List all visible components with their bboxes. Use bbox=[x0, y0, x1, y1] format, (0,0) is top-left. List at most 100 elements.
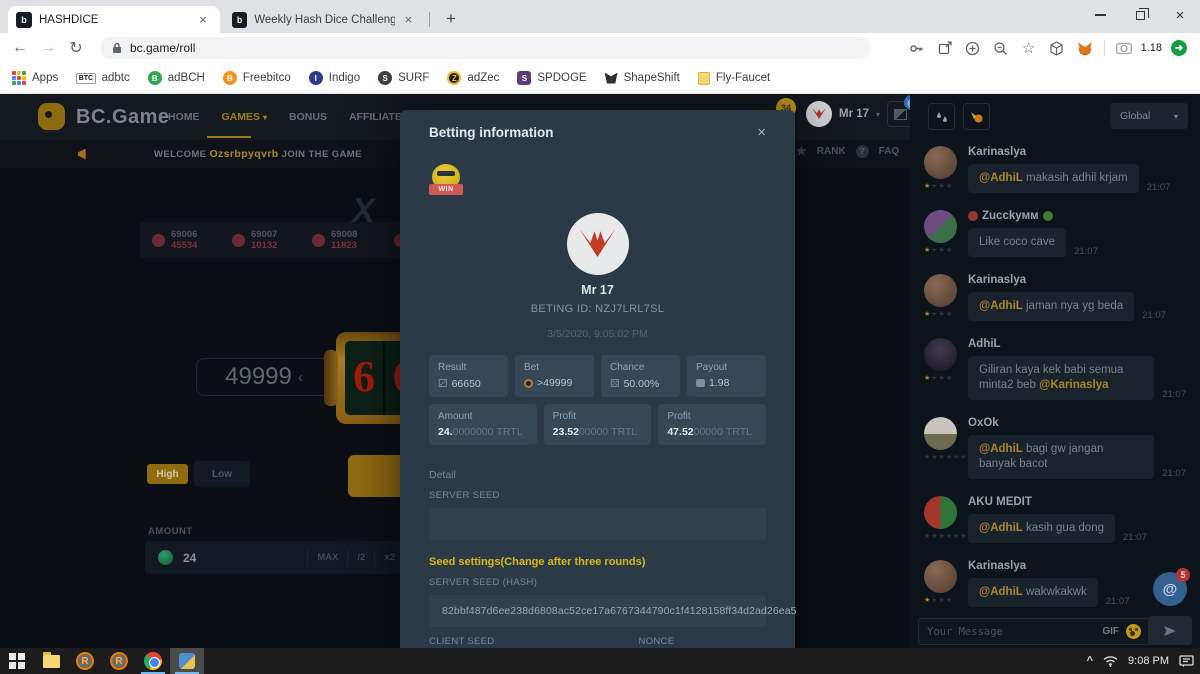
notification-center-icon[interactable] bbox=[1179, 655, 1194, 668]
avatar[interactable] bbox=[924, 146, 957, 179]
mention[interactable]: @Karinaslya bbox=[1039, 379, 1108, 391]
send-button[interactable] bbox=[1148, 616, 1192, 645]
share-icon[interactable] bbox=[932, 35, 958, 61]
avatar[interactable] bbox=[924, 496, 957, 529]
bookmark-surf[interactable]: S SURF bbox=[378, 71, 429, 85]
zoom-in-icon[interactable] bbox=[960, 35, 986, 61]
rank-link[interactable]: RANK bbox=[817, 146, 846, 157]
extension-cube-icon[interactable] bbox=[1044, 35, 1070, 61]
bcgame-logo-icon[interactable] bbox=[38, 103, 65, 130]
avatar[interactable] bbox=[924, 560, 957, 593]
emoji-button[interactable] bbox=[1126, 624, 1141, 639]
server-seed-hash-value[interactable]: 82bbf487d6ee238d6808ac52ce17a6767344790c… bbox=[429, 595, 766, 627]
nav-home[interactable]: HOME bbox=[168, 111, 200, 123]
password-key-icon[interactable] bbox=[904, 35, 930, 61]
chat-username[interactable]: Karinaslya bbox=[968, 274, 1186, 286]
back-button[interactable]: ← bbox=[6, 39, 34, 57]
mentions-float-button[interactable]: @ 5 bbox=[1153, 572, 1187, 606]
low-button[interactable]: Low bbox=[194, 461, 250, 487]
nav-bonus[interactable]: BONUS bbox=[289, 111, 327, 123]
mention[interactable]: @AdhiL bbox=[979, 300, 1023, 312]
faq-link[interactable]: FAQ bbox=[879, 146, 900, 157]
bcgame-logo-text[interactable]: BC.Game bbox=[76, 106, 170, 129]
result-dot-icon bbox=[232, 234, 245, 247]
window-minimize-button[interactable] bbox=[1080, 0, 1120, 30]
wifi-icon[interactable] bbox=[1103, 655, 1118, 667]
forward-button[interactable]: → bbox=[34, 39, 62, 57]
avatar[interactable] bbox=[924, 338, 957, 371]
window-close-button[interactable]: × bbox=[1160, 0, 1200, 30]
tab-title: HASHDICE bbox=[39, 14, 189, 26]
bookmark-adzec[interactable]: Z adZec bbox=[447, 71, 499, 85]
bookmark-spdoge[interactable]: S SPDOGE bbox=[517, 71, 586, 85]
high-button[interactable]: High bbox=[147, 464, 188, 484]
bookmark-adbch[interactable]: B adBCH bbox=[148, 71, 205, 85]
magnifier-icon[interactable] bbox=[988, 35, 1014, 61]
chat-bubble: @AdhiL makasih adhil krjam bbox=[968, 164, 1139, 193]
app-r2-button[interactable]: R bbox=[102, 648, 136, 674]
history-chip[interactable]: 6900645534 bbox=[152, 229, 220, 251]
bookmark-shapeshift[interactable]: ShapeShift bbox=[605, 72, 680, 84]
tab-weekly-challenge[interactable]: b Weekly Hash Dice Challenge - Se × bbox=[224, 6, 424, 33]
active-app-button[interactable] bbox=[170, 648, 204, 674]
chat-username[interactable]: OxOk bbox=[968, 417, 1186, 429]
nav-affiliate[interactable]: AFFILIATE bbox=[349, 111, 402, 123]
camera-extension-icon[interactable] bbox=[1111, 35, 1137, 61]
header-user-menu[interactable]: Mr 17 ▾ @ bbox=[806, 101, 913, 127]
chat-input-row: GIF bbox=[918, 618, 1150, 645]
tab-close-icon[interactable]: × bbox=[401, 12, 416, 27]
welcome-username[interactable]: Ozsrbpyqvrb bbox=[209, 148, 278, 160]
history-chip[interactable]: 6900710132 bbox=[232, 229, 300, 251]
max-button[interactable]: MAX bbox=[307, 549, 347, 567]
bookmark-star-icon[interactable]: ☆ bbox=[1016, 35, 1042, 61]
message-time: 21:07 bbox=[1162, 468, 1186, 479]
bookmark-indigo[interactable]: I Indigo bbox=[309, 71, 360, 85]
chat-username[interactable]: Zucckyмм bbox=[968, 210, 1186, 222]
bookmark-fly-faucet[interactable]: Fly-Faucet bbox=[698, 72, 770, 85]
gif-button[interactable]: GIF bbox=[1102, 626, 1119, 637]
apps-grid-icon bbox=[12, 71, 26, 85]
history-chip[interactable]: 6900811823 bbox=[312, 229, 380, 251]
amount-input-row[interactable]: 24 MAX /2 x2 bbox=[145, 541, 408, 574]
bet-target-input[interactable]: 49999 ‹ bbox=[196, 358, 332, 396]
savefrom-icon[interactable]: ➜ bbox=[1166, 35, 1192, 61]
message-time: 21:07 bbox=[1142, 310, 1166, 321]
avatar[interactable] bbox=[924, 274, 957, 307]
mention[interactable]: @AdhiL bbox=[979, 522, 1023, 534]
bookmark-apps[interactable]: Apps bbox=[12, 71, 58, 85]
chat-message-input[interactable] bbox=[927, 626, 1095, 638]
channel-select[interactable]: Global ▾ bbox=[1110, 103, 1188, 129]
bookmark-freebitco[interactable]: B Freebitco bbox=[223, 71, 291, 85]
chat-username[interactable]: AKU MEDIT bbox=[968, 496, 1186, 508]
fireball-button[interactable] bbox=[963, 103, 990, 130]
reload-button[interactable]: ↻ bbox=[62, 38, 90, 58]
mention[interactable]: @AdhiL bbox=[979, 172, 1023, 184]
avatar[interactable] bbox=[924, 417, 957, 450]
rain-button[interactable] bbox=[928, 103, 955, 130]
chrome-taskbar-button[interactable] bbox=[136, 648, 170, 674]
avatar[interactable] bbox=[924, 210, 957, 243]
tab-hashdice[interactable]: b HASHDICE × bbox=[8, 6, 220, 33]
new-tab-button[interactable]: + bbox=[438, 6, 464, 32]
chat-username[interactable]: Karinaslya bbox=[968, 146, 1186, 158]
app-r1-button[interactable]: R bbox=[68, 648, 102, 674]
window-restore-button[interactable] bbox=[1120, 0, 1160, 30]
half-button[interactable]: /2 bbox=[347, 549, 374, 567]
mention[interactable]: @AdhiL bbox=[979, 586, 1023, 598]
server-seed-value[interactable] bbox=[429, 508, 766, 540]
modal-close-button[interactable]: × bbox=[757, 124, 766, 141]
start-button[interactable] bbox=[0, 648, 34, 674]
file-explorer-button[interactable] bbox=[34, 648, 68, 674]
mention[interactable]: @AdhiL bbox=[979, 443, 1023, 455]
screen: b HASHDICE × b Weekly Hash Dice Challeng… bbox=[0, 0, 1200, 674]
chat-username[interactable]: AdhiL bbox=[968, 338, 1186, 350]
tray-expand-button[interactable]: ^ bbox=[1087, 655, 1093, 667]
nav-games[interactable]: GAMES▾ bbox=[222, 111, 268, 123]
taskbar-clock[interactable]: 9:08 PM bbox=[1128, 655, 1169, 667]
url-bar[interactable]: bc.game/roll bbox=[100, 37, 870, 59]
bookmark-adbtc[interactable]: BTC adbtc bbox=[76, 72, 130, 84]
chat-username[interactable]: Karinaslya bbox=[968, 560, 1186, 572]
stat-payout: Payout 1.98 bbox=[687, 355, 766, 397]
tab-close-icon[interactable]: × bbox=[195, 12, 211, 27]
metamask-icon[interactable] bbox=[1072, 35, 1098, 61]
